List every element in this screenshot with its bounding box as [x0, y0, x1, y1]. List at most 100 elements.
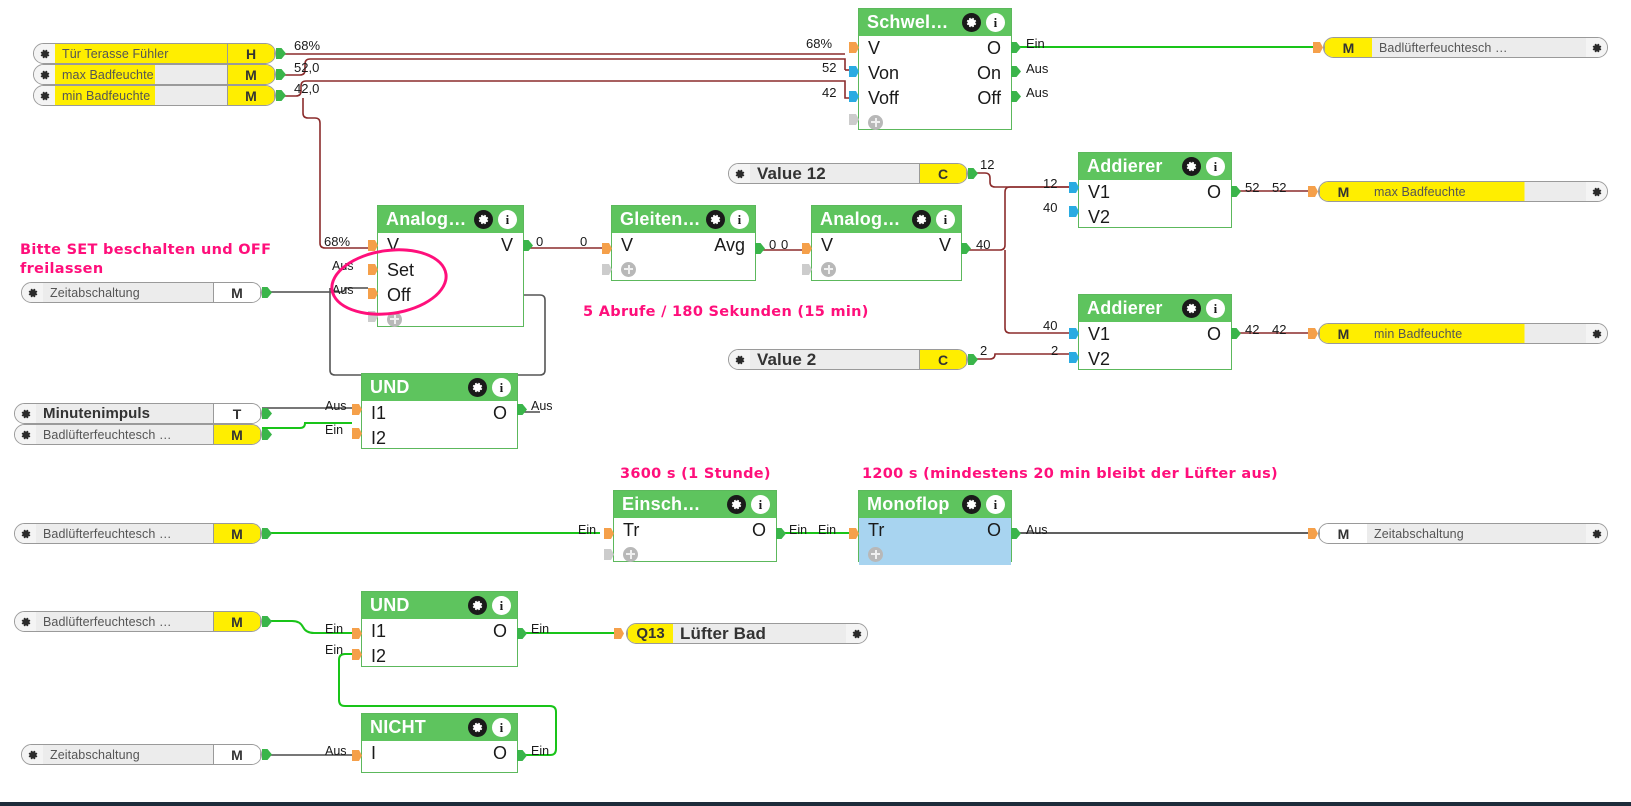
block-nicht[interactable]: NICHT i IO [361, 713, 518, 773]
add-input-row[interactable] [859, 543, 1011, 565]
block-gleitender-mittelwert[interactable]: Gleiten… i V Avg [611, 205, 756, 281]
info-icon[interactable]: i [1206, 157, 1225, 176]
logic-diagram-canvas[interactable]: Tür Terasse Fühler H max Badfeuchte M mi… [0, 0, 1631, 806]
block-addierer-2[interactable]: Addierer i V1 O V2 [1078, 294, 1232, 370]
block-header[interactable]: Analog… i [378, 206, 523, 233]
block-header[interactable]: Analog… i [812, 206, 961, 233]
block-und-2[interactable]: UND i I1 O I2 [361, 591, 518, 667]
output-connector[interactable] [262, 408, 272, 419]
output-connector-v[interactable] [961, 243, 971, 254]
input-connector[interactable] [1308, 528, 1318, 539]
output-connector[interactable] [968, 168, 978, 179]
plus-icon[interactable] [868, 114, 883, 130]
gear-icon[interactable] [468, 378, 487, 397]
output-connector[interactable] [262, 616, 272, 627]
io-badluefter-output[interactable]: M Badlüfterfeuchtesch … [1323, 37, 1608, 58]
io-minutenimpuls[interactable]: Minutenimpuls T [14, 403, 262, 424]
gear-icon[interactable] [15, 524, 36, 543]
io-max-badfeuchte-input[interactable]: max Badfeuchte M [33, 64, 276, 85]
block-addierer-1[interactable]: Addierer i V1 O V2 [1078, 152, 1232, 228]
gear-icon[interactable] [22, 745, 43, 764]
plus-icon[interactable] [821, 261, 836, 277]
plus-icon[interactable] [623, 546, 638, 562]
gear-icon[interactable] [22, 283, 43, 302]
gear-icon[interactable] [34, 65, 55, 84]
output-connector-o[interactable] [1231, 328, 1241, 339]
gear-icon[interactable] [468, 596, 487, 615]
input-connector[interactable] [614, 628, 624, 639]
output-connector-o[interactable] [1011, 42, 1021, 53]
info-icon[interactable]: i [986, 495, 1005, 514]
output-connector[interactable] [262, 528, 272, 539]
output-connector-o[interactable] [776, 528, 786, 539]
output-connector-off[interactable] [1011, 91, 1021, 102]
add-input-row[interactable] [859, 111, 1011, 133]
gear-icon[interactable] [962, 13, 981, 32]
io-value-12[interactable]: Value 12 C [728, 163, 968, 184]
block-analog-2[interactable]: Analog… i VV [811, 205, 962, 281]
gear-icon[interactable] [34, 86, 55, 105]
block-header[interactable]: Einsch… i [614, 491, 776, 518]
gear-icon[interactable] [1182, 299, 1201, 318]
output-connector-o[interactable] [1231, 186, 1241, 197]
io-badluefter-input-3[interactable]: Badlüfterfeuchtesch … M [14, 611, 262, 632]
io-min-badfeuchte-input[interactable]: min Badfeuchte M [33, 85, 276, 106]
output-connector[interactable] [262, 429, 272, 440]
info-icon[interactable]: i [498, 210, 517, 229]
gear-icon[interactable] [15, 404, 36, 423]
output-connector[interactable] [262, 749, 272, 760]
io-tuer-terasse-fuehler[interactable]: Tür Terasse Fühler H [33, 43, 276, 64]
block-header[interactable]: Monoflop i [859, 491, 1011, 518]
block-header[interactable]: UND i [362, 374, 517, 401]
io-badluefter-input-2[interactable]: Badlüfterfeuchtesch … M [14, 523, 262, 544]
output-connector[interactable] [276, 90, 286, 101]
add-input-row[interactable] [812, 258, 961, 280]
gear-icon[interactable] [706, 210, 725, 229]
plus-icon[interactable] [621, 261, 636, 277]
gear-icon[interactable] [1586, 182, 1607, 201]
gear-icon[interactable] [727, 495, 746, 514]
gear-icon[interactable] [846, 624, 867, 643]
output-connector[interactable] [276, 48, 286, 59]
info-icon[interactable]: i [492, 378, 511, 397]
block-einschaltverzoegerung[interactable]: Einsch… i Tr O [613, 490, 777, 562]
input-connector[interactable] [1313, 42, 1323, 53]
gear-icon[interactable] [15, 612, 36, 631]
block-monoflop[interactable]: Monoflop i Tr O [858, 490, 1012, 565]
io-max-badfeuchte-output[interactable]: M max Badfeuchte [1318, 181, 1608, 202]
info-icon[interactable]: i [751, 495, 770, 514]
output-connector[interactable] [262, 287, 272, 298]
output-connector-o[interactable] [517, 628, 527, 639]
block-schwellwertschalter[interactable]: Schwel… i VO Von On Voff Off [858, 8, 1012, 130]
plus-icon[interactable] [868, 546, 883, 562]
io-zeitabschaltung-output[interactable]: M Zeitabschaltung [1318, 523, 1608, 544]
gear-icon[interactable] [1586, 524, 1607, 543]
output-connector-on[interactable] [1011, 66, 1021, 77]
block-header[interactable]: Gleiten… i [612, 206, 755, 233]
gear-icon[interactable] [962, 495, 981, 514]
block-und-1[interactable]: UND i I1 O I2 [361, 373, 518, 449]
gear-icon[interactable] [1586, 324, 1607, 343]
io-badluefter-input-1[interactable]: Badlüfterfeuchtesch … M [14, 424, 262, 445]
io-zeitabschaltung-2[interactable]: Zeitabschaltung M [21, 744, 262, 765]
gear-icon[interactable] [15, 425, 36, 444]
gear-icon[interactable] [729, 350, 750, 369]
block-header[interactable]: Addierer i [1079, 295, 1231, 322]
add-input-row[interactable] [612, 258, 755, 280]
gear-icon[interactable] [1182, 157, 1201, 176]
info-icon[interactable]: i [492, 718, 511, 737]
info-icon[interactable]: i [936, 210, 955, 229]
io-min-badfeuchte-output[interactable]: M min Badfeuchte [1318, 323, 1608, 344]
info-icon[interactable]: i [986, 13, 1005, 32]
io-zeitabschaltung-1[interactable]: Zeitabschaltung M [21, 282, 262, 303]
output-connector[interactable] [276, 69, 286, 80]
block-header[interactable]: Addierer i [1079, 153, 1231, 180]
output-connector-o[interactable] [517, 404, 527, 415]
info-icon[interactable]: i [730, 210, 749, 229]
gear-icon[interactable] [912, 210, 931, 229]
block-header[interactable]: UND i [362, 592, 517, 619]
info-icon[interactable]: i [492, 596, 511, 615]
output-connector-o[interactable] [1011, 528, 1021, 539]
gear-icon[interactable] [729, 164, 750, 183]
gear-icon[interactable] [468, 718, 487, 737]
